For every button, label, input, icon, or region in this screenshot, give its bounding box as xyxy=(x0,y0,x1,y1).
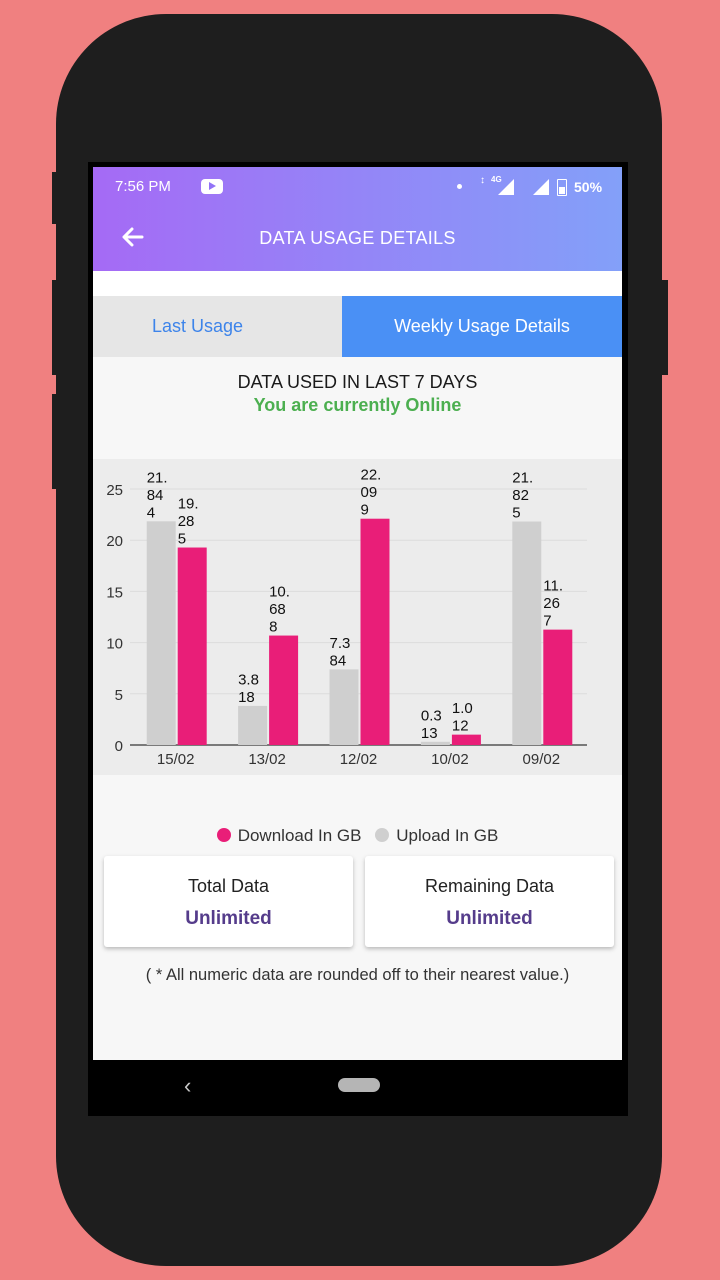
usage-bar-chart: 0 5 10 15 20 25 21. 84 4 19. 28 5 15/02 3.8 18 10. 68 8 13… xyxy=(93,459,622,775)
bar-download xyxy=(360,518,390,745)
data-label-upload: 3.8 18 xyxy=(238,671,259,706)
status-bar: 7:56 PM ↕ 4G 50% xyxy=(93,167,622,205)
x-tick-label: 10/02 xyxy=(431,751,469,768)
legend-label-download: Download In GB xyxy=(237,826,362,845)
total-data-card[interactable]: Total Data Unlimited xyxy=(104,856,353,947)
signal-icon xyxy=(498,179,514,195)
data-arrows-icon: ↕ xyxy=(480,175,485,186)
phone-side-button xyxy=(660,280,668,375)
phone-side-button xyxy=(52,394,60,489)
data-label-upload: 21. 82 5 xyxy=(512,470,533,522)
x-tick-label: 09/02 xyxy=(523,751,561,768)
legend-swatch-upload xyxy=(375,828,390,842)
bar-download xyxy=(269,635,299,745)
legend-label-upload: Upload In GB xyxy=(396,826,499,845)
y-tick-label: 5 xyxy=(115,687,123,704)
online-status: You are currently Online xyxy=(253,395,462,415)
bar-upload xyxy=(420,741,450,745)
status-time: 7:56 PM xyxy=(115,178,171,195)
bar-upload xyxy=(238,705,268,745)
battery-level: 50% xyxy=(574,179,603,195)
tab-weekly-usage-details[interactable]: Weekly Usage Details xyxy=(342,296,622,357)
total-data-label: Total Data xyxy=(187,876,270,896)
youtube-icon xyxy=(201,179,223,194)
data-label-upload: 0.3 13 xyxy=(421,707,442,742)
remaining-data-card[interactable]: Remaining Data Unlimited xyxy=(365,856,614,947)
data-label-upload: 7.3 84 xyxy=(330,635,351,670)
app-bar: DATA USAGE DETAILS xyxy=(93,205,622,271)
content-area: Last Usage Weekly Usage Details DATA USE… xyxy=(93,271,622,1060)
bar-upload xyxy=(512,521,542,745)
page-title: DATA USAGE DETAILS xyxy=(259,228,456,248)
bar-download xyxy=(177,547,207,745)
phone-side-button xyxy=(52,280,60,375)
bar-download xyxy=(451,734,481,745)
system-nav-bar: ‹ xyxy=(88,1060,628,1116)
x-tick-label: 13/02 xyxy=(248,751,286,768)
phone-screen: 7:56 PM ↕ 4G 50% DATA USAGE DETAILS Last… xyxy=(88,162,628,1116)
data-label-download: 22. 09 9 xyxy=(361,467,382,519)
battery-icon xyxy=(557,179,567,196)
remaining-data-label: Remaining Data xyxy=(424,876,555,896)
y-tick-label: 10 xyxy=(106,636,123,653)
section-heading: DATA USED IN LAST 7 DAYS xyxy=(237,372,478,392)
data-label-download: 10. 68 8 xyxy=(269,584,290,636)
nav-back-icon[interactable]: ‹ xyxy=(184,1073,191,1099)
data-label-upload: 21. 84 4 xyxy=(147,469,168,521)
notification-dot-icon xyxy=(457,184,462,189)
y-tick-label: 0 xyxy=(115,738,123,755)
phone-side-button xyxy=(52,172,60,224)
bar-upload xyxy=(146,521,176,745)
y-tick-label: 15 xyxy=(106,584,123,601)
bar-upload xyxy=(329,669,359,745)
data-label-download: 1.0 12 xyxy=(452,700,473,735)
bar-chart-svg: 051015202521. 84 419. 28 515/023.8 1810. 68 813… xyxy=(106,467,587,768)
bar-download xyxy=(543,629,573,745)
data-label-download: 11. 26 7 xyxy=(543,578,563,630)
nav-home-pill[interactable] xyxy=(338,1078,380,1092)
tab-last-usage[interactable]: Last Usage xyxy=(93,296,342,357)
rounding-footnote: ( * All numeric data are rounded off to … xyxy=(145,966,570,984)
chart-legend: Download In GB Upload In GB xyxy=(93,826,622,846)
top-spacer xyxy=(93,271,622,296)
total-data-value: Unlimited xyxy=(185,908,272,929)
x-tick-label: 15/02 xyxy=(157,751,195,768)
signal-icon-sim2 xyxy=(533,179,549,195)
x-tick-label: 12/02 xyxy=(340,751,378,768)
legend-swatch-download xyxy=(216,828,231,842)
remaining-data-value: Unlimited xyxy=(446,908,533,929)
y-tick-label: 20 xyxy=(106,533,123,550)
y-tick-label: 25 xyxy=(106,482,123,499)
